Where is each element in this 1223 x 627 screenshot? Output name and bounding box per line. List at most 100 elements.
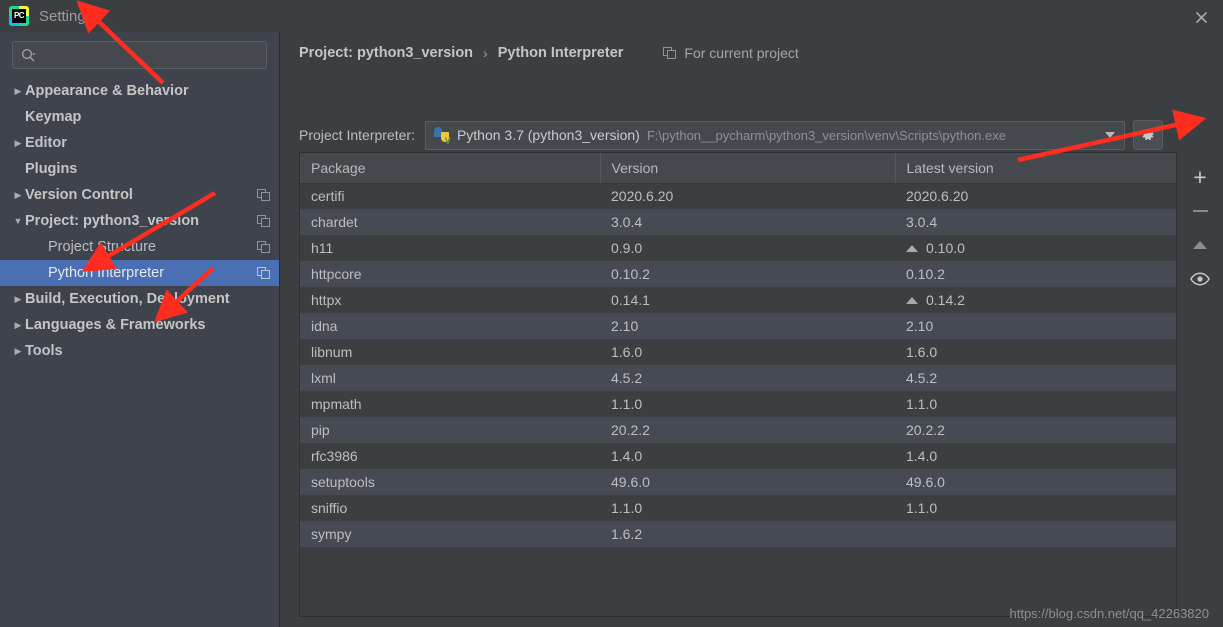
cell-latest-version: 1.6.0 (895, 339, 1176, 365)
table-row[interactable]: libnum1.6.01.6.0 (300, 339, 1176, 365)
table-header-row: Package Version Latest version (300, 153, 1176, 183)
cell-latest-version: 1.1.0 (895, 495, 1176, 521)
table-row[interactable]: rfc39861.4.01.4.0 (300, 443, 1176, 469)
breadcrumb: Project: python3_version › Python Interp… (299, 42, 799, 64)
show-early-releases-button[interactable] (1185, 262, 1215, 296)
column-header-package[interactable]: Package (300, 153, 600, 183)
scope-indicator[interactable]: For current project (663, 45, 798, 61)
latest-version-text: 2.10 (906, 318, 933, 334)
breadcrumb-separator: › (483, 45, 488, 61)
search-box[interactable] (12, 41, 267, 69)
latest-version-text: 1.6.0 (906, 344, 937, 360)
cell-package: sympy (300, 521, 600, 547)
table-row[interactable]: idna2.102.10 (300, 313, 1176, 339)
cell-latest-version: 0.14.2 (895, 287, 1176, 313)
table-row[interactable]: httpcore0.10.20.10.2 (300, 261, 1176, 287)
table-row[interactable]: certifi2020.6.202020.6.20 (300, 183, 1176, 209)
sidebar-item-project-structure[interactable]: Project Structure (0, 234, 279, 260)
sidebar-item-python-interpreter[interactable]: Python Interpreter (0, 260, 279, 286)
latest-version-text: 20.2.2 (906, 422, 945, 438)
cell-version: 3.0.4 (600, 209, 895, 235)
search-icon (21, 48, 36, 63)
sidebar-item-editor[interactable]: ▶Editor (0, 130, 279, 156)
latest-version-text: 1.1.0 (906, 500, 937, 516)
packages-table: Package Version Latest version certifi20… (300, 153, 1176, 547)
cell-latest-version: 49.6.0 (895, 469, 1176, 495)
table-row[interactable]: sniffio1.1.01.1.0 (300, 495, 1176, 521)
table-row[interactable]: chardet3.0.43.0.4 (300, 209, 1176, 235)
search-input[interactable] (41, 42, 258, 68)
cell-package: httpx (300, 287, 600, 313)
cell-version: 0.9.0 (600, 235, 895, 261)
sidebar-item-label: Appearance & Behavior (25, 83, 189, 99)
cell-version: 0.10.2 (600, 261, 895, 287)
cell-latest-version: 2020.6.20 (895, 183, 1176, 209)
packages-toolbar: + (1178, 152, 1222, 617)
watermark-text: https://blog.csdn.net/qq_42263820 (1010, 606, 1210, 621)
cell-version: 1.1.0 (600, 495, 895, 521)
upgrade-package-button[interactable] (1185, 228, 1215, 262)
cell-package: lxml (300, 365, 600, 391)
cell-package: pip (300, 417, 600, 443)
copy-icon (663, 47, 677, 60)
python-venv-icon: V (433, 127, 450, 144)
interpreter-dropdown[interactable]: V Python 3.7 (python3_version) F:\python… (425, 121, 1125, 150)
sidebar-item-plugins[interactable]: Plugins (0, 156, 279, 182)
sidebar-item-label: Languages & Frameworks (25, 317, 206, 333)
add-package-button[interactable]: + (1185, 160, 1215, 194)
cell-version: 1.1.0 (600, 391, 895, 417)
latest-version-text: 4.5.2 (906, 370, 937, 386)
table-row[interactable]: setuptools49.6.049.6.0 (300, 469, 1176, 495)
chevron-down-icon (1105, 132, 1115, 138)
settings-sidebar: ▶Appearance & BehaviorKeymap▶EditorPlugi… (0, 32, 280, 627)
column-header-version[interactable]: Version (600, 153, 895, 183)
sidebar-item-label: Python Interpreter (48, 265, 164, 281)
sidebar-item-tools[interactable]: ▶Tools (0, 338, 279, 364)
table-row[interactable]: h110.9.00.10.0 (300, 235, 1176, 261)
settings-window: PC Settings ▶Appearance & Behavi (0, 0, 1223, 627)
sidebar-item-languages-frameworks[interactable]: ▶Languages & Frameworks (0, 312, 279, 338)
close-icon[interactable] (1189, 6, 1213, 28)
remove-package-button[interactable] (1185, 194, 1215, 228)
sidebar-item-build-execution-deployment[interactable]: ▶Build, Execution, Deployment (0, 286, 279, 312)
sidebar-item-label: Version Control (25, 187, 133, 203)
column-header-latest-version[interactable]: Latest version (895, 153, 1176, 183)
table-row[interactable]: pip20.2.220.2.2 (300, 417, 1176, 443)
cell-latest-version: 4.5.2 (895, 365, 1176, 391)
sidebar-item-keymap[interactable]: Keymap (0, 104, 279, 130)
settings-tree: ▶Appearance & BehaviorKeymap▶EditorPlugi… (0, 78, 279, 364)
interpreter-path: F:\python__pycharm\python3_version\venv\… (647, 128, 1006, 143)
latest-version-text: 49.6.0 (906, 474, 945, 490)
copy-icon (257, 215, 271, 228)
chevron-right-icon[interactable]: ▶ (11, 286, 25, 312)
window-title: Settings (39, 8, 93, 25)
sidebar-item-project-python3-version[interactable]: ▼Project: python3_version (0, 208, 279, 234)
table-row[interactable]: mpmath1.1.01.1.0 (300, 391, 1176, 417)
sidebar-item-label: Plugins (25, 161, 77, 177)
pycharm-logo-icon: PC (9, 6, 29, 26)
sidebar-item-appearance-behavior[interactable]: ▶Appearance & Behavior (0, 78, 279, 104)
table-row[interactable]: lxml4.5.24.5.2 (300, 365, 1176, 391)
latest-version-text: 2020.6.20 (906, 188, 968, 204)
packages-table-container: Package Version Latest version certifi20… (299, 152, 1177, 617)
cell-version: 1.6.0 (600, 339, 895, 365)
chevron-right-icon[interactable]: ▶ (11, 130, 25, 156)
gear-icon[interactable] (1133, 120, 1163, 150)
table-row[interactable]: httpx0.14.10.14.2 (300, 287, 1176, 313)
cell-package: libnum (300, 339, 600, 365)
chevron-right-icon[interactable]: ▶ (11, 338, 25, 364)
sidebar-item-label: Tools (25, 343, 63, 359)
cell-latest-version: 0.10.2 (895, 261, 1176, 287)
chevron-right-icon[interactable]: ▶ (11, 312, 25, 338)
cell-version: 0.14.1 (600, 287, 895, 313)
cell-version: 49.6.0 (600, 469, 895, 495)
copy-icon (257, 189, 271, 202)
table-row[interactable]: sympy1.6.2 (300, 521, 1176, 547)
sidebar-item-label: Project: python3_version (25, 213, 199, 229)
chevron-right-icon[interactable]: ▶ (11, 78, 25, 104)
sidebar-item-version-control[interactable]: ▶Version Control (0, 182, 279, 208)
chevron-right-icon[interactable]: ▶ (11, 182, 25, 208)
chevron-down-icon[interactable]: ▼ (11, 208, 25, 234)
breadcrumb-project[interactable]: Project: python3_version (299, 45, 473, 61)
cell-latest-version: 3.0.4 (895, 209, 1176, 235)
